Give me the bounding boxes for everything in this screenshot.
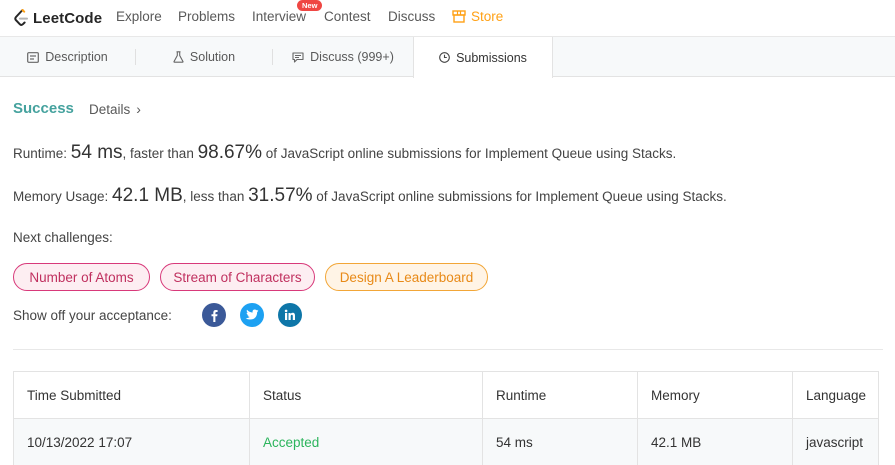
store-label: Store: [471, 9, 504, 24]
challenge-chip[interactable]: Number of Atoms: [13, 263, 150, 291]
runtime-tail-text: of JavaScript online submissions for Imp…: [262, 146, 677, 161]
tab-description[interactable]: Description: [0, 37, 135, 77]
tab-submissions-label: Submissions: [456, 50, 527, 65]
nav-contest[interactable]: Contest: [324, 9, 371, 24]
cell-language: javascript: [792, 419, 880, 465]
column-header[interactable]: Status: [249, 372, 482, 419]
tab-discuss-label: Discuss (999+): [310, 50, 394, 64]
logo-text: LeetCode: [33, 9, 103, 27]
chevron-right-icon: ›: [136, 101, 141, 117]
table-header: Time Submitted Status Runtime Memory Lan…: [14, 372, 878, 419]
column-header[interactable]: Runtime: [482, 372, 637, 419]
cell-runtime: 54 ms: [482, 419, 637, 465]
leetcode-logo[interactable]: LeetCode: [13, 8, 103, 28]
nav-explore[interactable]: Explore: [116, 9, 162, 24]
details-label: Details: [89, 101, 131, 117]
accepted-link[interactable]: Accepted: [263, 435, 319, 450]
runtime-label: Runtime:: [13, 146, 71, 161]
challenge-chip[interactable]: Stream of Characters: [160, 263, 315, 291]
runtime-percentile: 98.67%: [197, 142, 263, 163]
memory-line: Memory Usage: 42.1 MB , less than 31.57%…: [13, 185, 727, 207]
tab-discuss[interactable]: Discuss (999+): [273, 37, 413, 77]
column-header[interactable]: Language: [792, 372, 880, 419]
details-link[interactable]: Details ›: [89, 101, 141, 117]
linkedin-icon[interactable]: [278, 303, 302, 327]
cell-memory: 42.1 MB: [637, 419, 792, 465]
runtime-line: Runtime: 54 ms , faster than 98.67% of J…: [13, 142, 676, 164]
twitter-icon[interactable]: [240, 303, 264, 327]
flask-icon: [173, 51, 184, 63]
clock-icon: [439, 52, 450, 63]
facebook-icon[interactable]: [202, 303, 226, 327]
top-navbar: LeetCode Explore Problems Interview New …: [0, 0, 895, 36]
section-divider: [13, 349, 883, 350]
nav-store[interactable]: Store: [452, 9, 503, 24]
submission-status: Success: [13, 100, 74, 117]
memory-label: Memory Usage:: [13, 189, 113, 204]
tab-submissions[interactable]: Submissions: [413, 37, 553, 78]
tab-description-label: Description: [45, 50, 108, 64]
column-header[interactable]: Time Submitted: [14, 372, 249, 419]
chat-icon: [292, 51, 304, 63]
runtime-mid-text: , faster than: [122, 146, 198, 161]
nav-interview[interactable]: Interview: [252, 9, 306, 24]
column-header[interactable]: Memory: [637, 372, 792, 419]
nav-discuss[interactable]: Discuss: [388, 9, 435, 24]
challenge-chip[interactable]: Design A Leaderboard: [325, 263, 488, 291]
memory-mid-text: , less than: [182, 189, 249, 204]
leetcode-logo-icon: [14, 8, 28, 26]
share-label: Show off your acceptance:: [13, 308, 172, 323]
cell-status: Accepted: [249, 419, 482, 465]
memory-value: 42.1 MB: [112, 185, 183, 206]
tab-solution-label: Solution: [189, 50, 236, 64]
table-row: 10/13/2022 17:07 Accepted 54 ms 42.1 MB …: [14, 419, 878, 465]
cell-time-submitted: 10/13/2022 17:07: [27, 435, 133, 450]
runtime-value: 54 ms: [70, 142, 123, 163]
tab-solution[interactable]: Solution: [136, 37, 272, 77]
submissions-table: Time Submitted Status Runtime Memory Lan…: [13, 371, 879, 465]
memory-percentile: 31.57%: [248, 185, 313, 206]
nav-problems[interactable]: Problems: [178, 9, 235, 24]
store-icon: [452, 10, 466, 23]
memory-tail-text: of JavaScript online submissions for Imp…: [312, 189, 727, 204]
new-badge: New: [297, 0, 323, 11]
problem-tabs: Description Solution Discuss (999+) Subm…: [0, 36, 895, 78]
document-icon: [27, 51, 40, 63]
next-challenges-label: Next challenges:: [13, 230, 113, 245]
